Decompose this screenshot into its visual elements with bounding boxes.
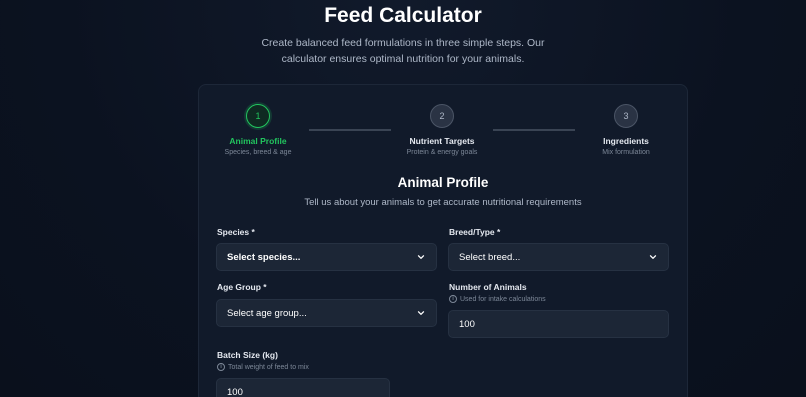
step-1-indicator[interactable]: 1 <box>246 104 270 128</box>
section-title: Animal Profile <box>397 175 489 190</box>
num-animals-value: 100 <box>459 318 475 330</box>
breed-select-value: Select breed... <box>459 251 521 263</box>
age-group-label: Age Group * <box>217 282 267 292</box>
step-2-label: Nutrient Targets <box>409 136 475 146</box>
species-select-value: Select species... <box>227 251 301 263</box>
calculator-card: 1 Animal Profile Species, breed & age 2 … <box>198 84 688 397</box>
species-select[interactable]: Select species... <box>216 243 437 271</box>
step-1-label: Animal Profile <box>229 136 287 146</box>
chevron-down-icon <box>417 255 425 259</box>
page-title: Feed Calculator <box>324 4 482 27</box>
step-connector <box>309 129 391 131</box>
age-group-select-value: Select age group... <box>227 307 307 319</box>
num-animals-hint: i Used for intake calculations <box>449 295 546 303</box>
breed-label: Breed/Type * <box>449 227 501 237</box>
breed-select[interactable]: Select breed... <box>448 243 669 271</box>
step-2-indicator[interactable]: 2 <box>430 104 454 128</box>
age-group-select[interactable]: Select age group... <box>216 299 437 327</box>
batch-size-hint: i Total weight of feed to mix <box>217 363 309 371</box>
species-label: Species * <box>217 227 255 237</box>
chevron-down-icon <box>417 311 425 315</box>
step-3-subtitle: Mix formulation <box>602 149 650 156</box>
section-subtitle: Tell us about your animals to get accura… <box>304 197 582 208</box>
page-subtitle: Create balanced feed formulations in thr… <box>261 37 545 65</box>
batch-size-label: Batch Size (kg) <box>217 350 278 360</box>
step-connector <box>493 129 575 131</box>
step-1-subtitle: Species, breed & age <box>224 149 292 156</box>
info-icon: i <box>217 363 225 371</box>
page: Feed Calculator Create balanced feed for… <box>0 0 806 397</box>
batch-size-value: 100 <box>227 386 243 397</box>
step-3-indicator[interactable]: 3 <box>614 104 638 128</box>
batch-size-input[interactable]: 100 <box>216 378 390 397</box>
num-animals-label: Number of Animals <box>449 282 527 292</box>
chevron-down-icon <box>649 255 657 259</box>
step-3-label: Ingredients <box>603 136 649 146</box>
step-2-subtitle: Protein & energy goals <box>406 149 478 156</box>
info-icon: i <box>449 295 457 303</box>
num-animals-input[interactable]: 100 <box>448 310 669 338</box>
batch-size-hint-text: Total weight of feed to mix <box>228 363 309 371</box>
num-animals-hint-text: Used for intake calculations <box>460 295 546 303</box>
